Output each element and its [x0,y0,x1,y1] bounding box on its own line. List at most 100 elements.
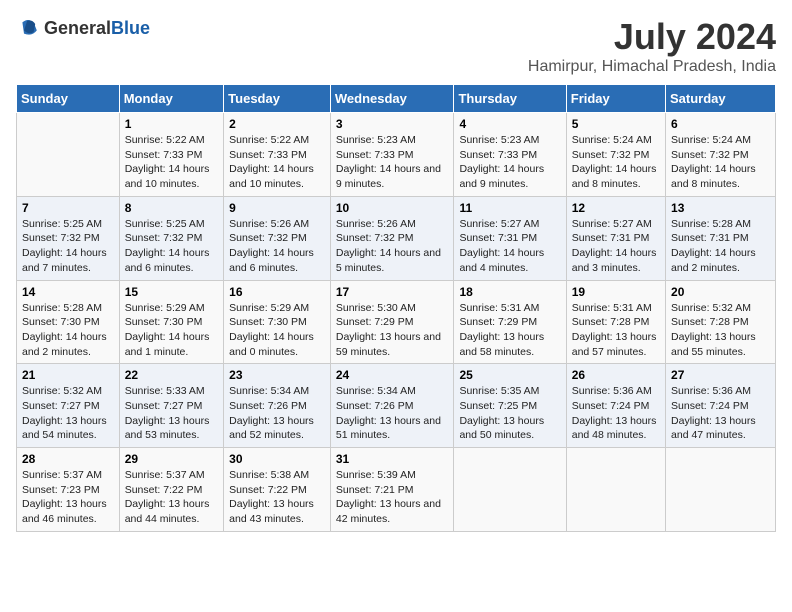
day-info: Sunrise: 5:38 AM Sunset: 7:22 PM Dayligh… [229,468,325,527]
calendar-cell: 4Sunrise: 5:23 AM Sunset: 7:33 PM Daylig… [454,113,566,197]
calendar-cell: 12Sunrise: 5:27 AM Sunset: 7:31 PM Dayli… [566,196,665,280]
day-number: 27 [671,368,770,382]
calendar-row: 28Sunrise: 5:37 AM Sunset: 7:23 PM Dayli… [17,448,776,532]
day-info: Sunrise: 5:32 AM Sunset: 7:28 PM Dayligh… [671,301,770,360]
day-number: 30 [229,452,325,466]
day-number: 7 [22,201,114,215]
day-info: Sunrise: 5:35 AM Sunset: 7:25 PM Dayligh… [459,384,560,443]
day-info: Sunrise: 5:29 AM Sunset: 7:30 PM Dayligh… [229,301,325,360]
day-info: Sunrise: 5:26 AM Sunset: 7:32 PM Dayligh… [229,217,325,276]
calendar-cell [666,448,776,532]
day-number: 2 [229,117,325,131]
calendar-cell: 10 Sunrise: 5:26 AM Sunset: 7:32 PM Dayli… [330,196,454,280]
day-number: 11 [459,201,560,215]
logo-text-blue: Blue [111,18,150,38]
weekday-header-row: SundayMondayTuesdayWednesdayThursdayFrid… [17,85,776,113]
day-info: Sunrise: 5:34 AM Sunset: 7:26 PM Dayligh… [229,384,325,443]
day-info: Sunrise: 5:32 AM Sunset: 7:27 PM Dayligh… [22,384,114,443]
calendar-cell: 17Sunrise: 5:30 AM Sunset: 7:29 PM Dayli… [330,280,454,364]
day-info: Sunrise: 5:25 AM Sunset: 7:32 PM Dayligh… [125,217,218,276]
day-number: 9 [229,201,325,215]
calendar-table: SundayMondayTuesdayWednesdayThursdayFrid… [16,84,776,532]
day-info: Sunrise: 5:29 AM Sunset: 7:30 PM Dayligh… [125,301,218,360]
day-info: Sunrise: 5:23 AM Sunset: 7:33 PM Dayligh… [336,133,449,192]
calendar-cell: 7Sunrise: 5:25 AM Sunset: 7:32 PM Daylig… [17,196,120,280]
day-number: 22 [125,368,218,382]
day-info: Sunrise: 5:34 AM Sunset: 7:26 PM Dayligh… [336,384,449,443]
calendar-cell: 14Sunrise: 5:28 AM Sunset: 7:30 PM Dayli… [17,280,120,364]
day-number: 26 [572,368,660,382]
day-info: Sunrise: 5:31 AM Sunset: 7:28 PM Dayligh… [572,301,660,360]
day-number: 29 [125,452,218,466]
calendar-cell: 25Sunrise: 5:35 AM Sunset: 7:25 PM Dayli… [454,364,566,448]
logo-text-general: General [44,18,111,38]
day-info: Sunrise: 5:22 AM Sunset: 7:33 PM Dayligh… [229,133,325,192]
day-number: 20 [671,285,770,299]
day-number: 5 [572,117,660,131]
day-number: 13 [671,201,770,215]
calendar-cell: 1 Sunrise: 5:22 AM Sunset: 7:33 PM Daylig… [119,113,223,197]
day-number: 31 [336,452,449,466]
day-number: 19 [572,285,660,299]
calendar-cell: 3 Sunrise: 5:23 AM Sunset: 7:33 PM Daylig… [330,113,454,197]
calendar-cell: 21 Sunrise: 5:32 AM Sunset: 7:27 PM Dayli… [17,364,120,448]
calendar-row: 14Sunrise: 5:28 AM Sunset: 7:30 PM Dayli… [17,280,776,364]
day-number: 12 [572,201,660,215]
day-info: Sunrise: 5:24 AM Sunset: 7:32 PM Dayligh… [572,133,660,192]
weekday-header: Thursday [454,85,566,113]
calendar-cell: 28Sunrise: 5:37 AM Sunset: 7:23 PM Dayli… [17,448,120,532]
day-number: 18 [459,285,560,299]
calendar-cell [17,113,120,197]
calendar-cell: 20 Sunrise: 5:32 AM Sunset: 7:28 PM Dayli… [666,280,776,364]
day-number: 8 [125,201,218,215]
main-title: July 2024 [528,16,776,58]
weekday-header: Sunday [17,85,120,113]
calendar-cell [566,448,665,532]
day-number: 1 [125,117,218,131]
day-number: 3 [336,117,449,131]
calendar-cell: 23 Sunrise: 5:34 AM Sunset: 7:26 PM Dayli… [224,364,331,448]
day-info: Sunrise: 5:28 AM Sunset: 7:31 PM Dayligh… [671,217,770,276]
day-info: Sunrise: 5:36 AM Sunset: 7:24 PM Dayligh… [572,384,660,443]
calendar-row: 1 Sunrise: 5:22 AM Sunset: 7:33 PM Daylig… [17,113,776,197]
day-number: 10 [336,201,449,215]
weekday-header: Wednesday [330,85,454,113]
calendar-cell: 24Sunrise: 5:34 AM Sunset: 7:26 PM Dayli… [330,364,454,448]
calendar-cell: 2 Sunrise: 5:22 AM Sunset: 7:33 PM Daylig… [224,113,331,197]
calendar-cell: 6Sunrise: 5:24 AM Sunset: 7:32 PM Daylig… [666,113,776,197]
calendar-row: 21 Sunrise: 5:32 AM Sunset: 7:27 PM Dayli… [17,364,776,448]
calendar-cell: 15 Sunrise: 5:29 AM Sunset: 7:30 PM Dayli… [119,280,223,364]
calendar-cell: 16Sunrise: 5:29 AM Sunset: 7:30 PM Dayli… [224,280,331,364]
day-number: 28 [22,452,114,466]
day-number: 23 [229,368,325,382]
calendar-cell [454,448,566,532]
day-info: Sunrise: 5:30 AM Sunset: 7:29 PM Dayligh… [336,301,449,360]
day-info: Sunrise: 5:39 AM Sunset: 7:21 PM Dayligh… [336,468,449,527]
calendar-cell: 8 Sunrise: 5:25 AM Sunset: 7:32 PM Daylig… [119,196,223,280]
calendar-cell: 5 Sunrise: 5:24 AM Sunset: 7:32 PM Daylig… [566,113,665,197]
day-info: Sunrise: 5:37 AM Sunset: 7:22 PM Dayligh… [125,468,218,527]
day-number: 6 [671,117,770,131]
title-area: July 2024 Hamirpur, Himachal Pradesh, In… [528,16,776,76]
logo-icon [16,16,40,40]
calendar-cell: 26 Sunrise: 5:36 AM Sunset: 7:24 PM Dayli… [566,364,665,448]
calendar-row: 7 Sunrise: 5:25 AM Sunset: 7:32 PM Daylig… [17,196,776,280]
calendar-cell: 18Sunrise: 5:31 AM Sunset: 7:29 PM Dayli… [454,280,566,364]
calendar-cell: 11Sunrise: 5:27 AM Sunset: 7:31 PM Dayli… [454,196,566,280]
day-number: 15 [125,285,218,299]
day-number: 21 [22,368,114,382]
weekday-header: Friday [566,85,665,113]
day-info: Sunrise: 5:33 AM Sunset: 7:27 PM Dayligh… [125,384,218,443]
day-info: Sunrise: 5:36 AM Sunset: 7:24 PM Dayligh… [671,384,770,443]
weekday-header: Saturday [666,85,776,113]
logo: GeneralBlue [16,16,150,40]
page-header: GeneralBlue July 2024 Hamirpur, Himachal… [16,16,776,76]
calendar-cell: 13 Sunrise: 5:28 AM Sunset: 7:31 PM Dayli… [666,196,776,280]
calendar-cell: 31 Sunrise: 5:39 AM Sunset: 7:21 PM Dayli… [330,448,454,532]
calendar-cell: 27 Sunrise: 5:36 AM Sunset: 7:24 PM Dayli… [666,364,776,448]
day-info: Sunrise: 5:26 AM Sunset: 7:32 PM Dayligh… [336,217,449,276]
weekday-header: Tuesday [224,85,331,113]
calendar-cell: 9 Sunrise: 5:26 AM Sunset: 7:32 PM Daylig… [224,196,331,280]
day-info: Sunrise: 5:22 AM Sunset: 7:33 PM Dayligh… [125,133,218,192]
calendar-cell: 22 Sunrise: 5:33 AM Sunset: 7:27 PM Dayli… [119,364,223,448]
